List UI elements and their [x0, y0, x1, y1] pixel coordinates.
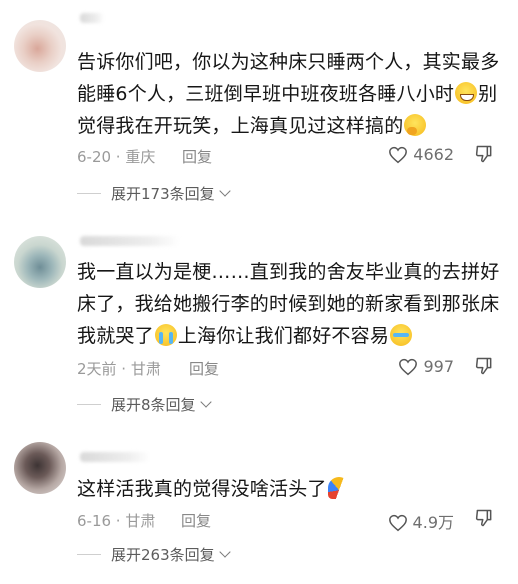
divider-line: [77, 404, 101, 405]
chevron-down-icon: [218, 185, 231, 197]
avatar[interactable]: [14, 442, 66, 494]
heart-icon: [399, 358, 418, 376]
expand-replies-button[interactable]: 展开263条回复: [77, 544, 231, 566]
umbrella-emoji-icon: [327, 477, 350, 499]
like-count: 4.9万: [412, 513, 454, 532]
reply-button[interactable]: 回复: [189, 358, 219, 379]
thumbs-down-icon: [475, 357, 492, 375]
comment-time-location: 6-16 · 甘肃: [77, 512, 156, 530]
like-button[interactable]: 997: [398, 357, 454, 376]
expand-replies-button[interactable]: 展开173条回复: [77, 183, 231, 205]
reply-button[interactable]: 回复: [182, 146, 212, 167]
crying-face-emoji-icon: [154, 324, 177, 346]
username-redacted: [80, 13, 104, 23]
reply-button[interactable]: 回复: [181, 510, 211, 531]
chevron-down-icon: [199, 396, 212, 408]
comment-time-location: 6-20 · 重庆: [77, 148, 156, 166]
like-count: 997: [423, 357, 454, 376]
chevron-down-icon: [218, 546, 231, 558]
comment-text: 我一直以为是梗……直到我的舍友毕业真的去拼好 床了，我给她搬行李的时候到她的新家…: [77, 261, 500, 347]
expand-replies-button[interactable]: 展开8条回复: [77, 394, 212, 416]
username-redacted: [80, 452, 150, 462]
avatar[interactable]: [14, 20, 66, 72]
thinking-face-emoji-icon: [404, 114, 427, 136]
dislike-button[interactable]: [474, 508, 494, 532]
heart-icon: [388, 514, 407, 532]
divider-line: [77, 193, 101, 194]
like-button[interactable]: 4.9万: [388, 509, 454, 533]
comment-meta: 6-20 · 重庆 回复 4662: [77, 144, 502, 168]
avatar[interactable]: [14, 236, 66, 288]
dislike-button[interactable]: [474, 144, 494, 168]
thumbs-down-icon: [475, 145, 492, 163]
username-redacted: [80, 236, 180, 246]
dislike-button[interactable]: [474, 356, 494, 380]
thumbs-down-icon: [475, 509, 492, 527]
grinning-sweat-emoji-icon: [455, 82, 478, 104]
comment-text: 告诉你们吧，你以为这种床只睡两个人，其实最多 能睡6个人，三班倒早班中班夜班各睡…: [77, 51, 500, 137]
divider-line: [77, 554, 101, 555]
like-button[interactable]: 4662: [388, 145, 454, 164]
like-count: 4662: [413, 145, 454, 164]
comment-meta: 2天前 · 甘肃 回复 997: [77, 356, 502, 380]
sobbing-face-emoji-icon: [390, 324, 413, 346]
comment-text: 这样活我真的觉得没啥活头了: [77, 473, 502, 505]
comment-time-location: 2天前 · 甘肃: [77, 360, 161, 378]
heart-icon: [389, 146, 408, 164]
comment-meta: 6-16 · 甘肃 回复 4.9万: [77, 508, 502, 533]
